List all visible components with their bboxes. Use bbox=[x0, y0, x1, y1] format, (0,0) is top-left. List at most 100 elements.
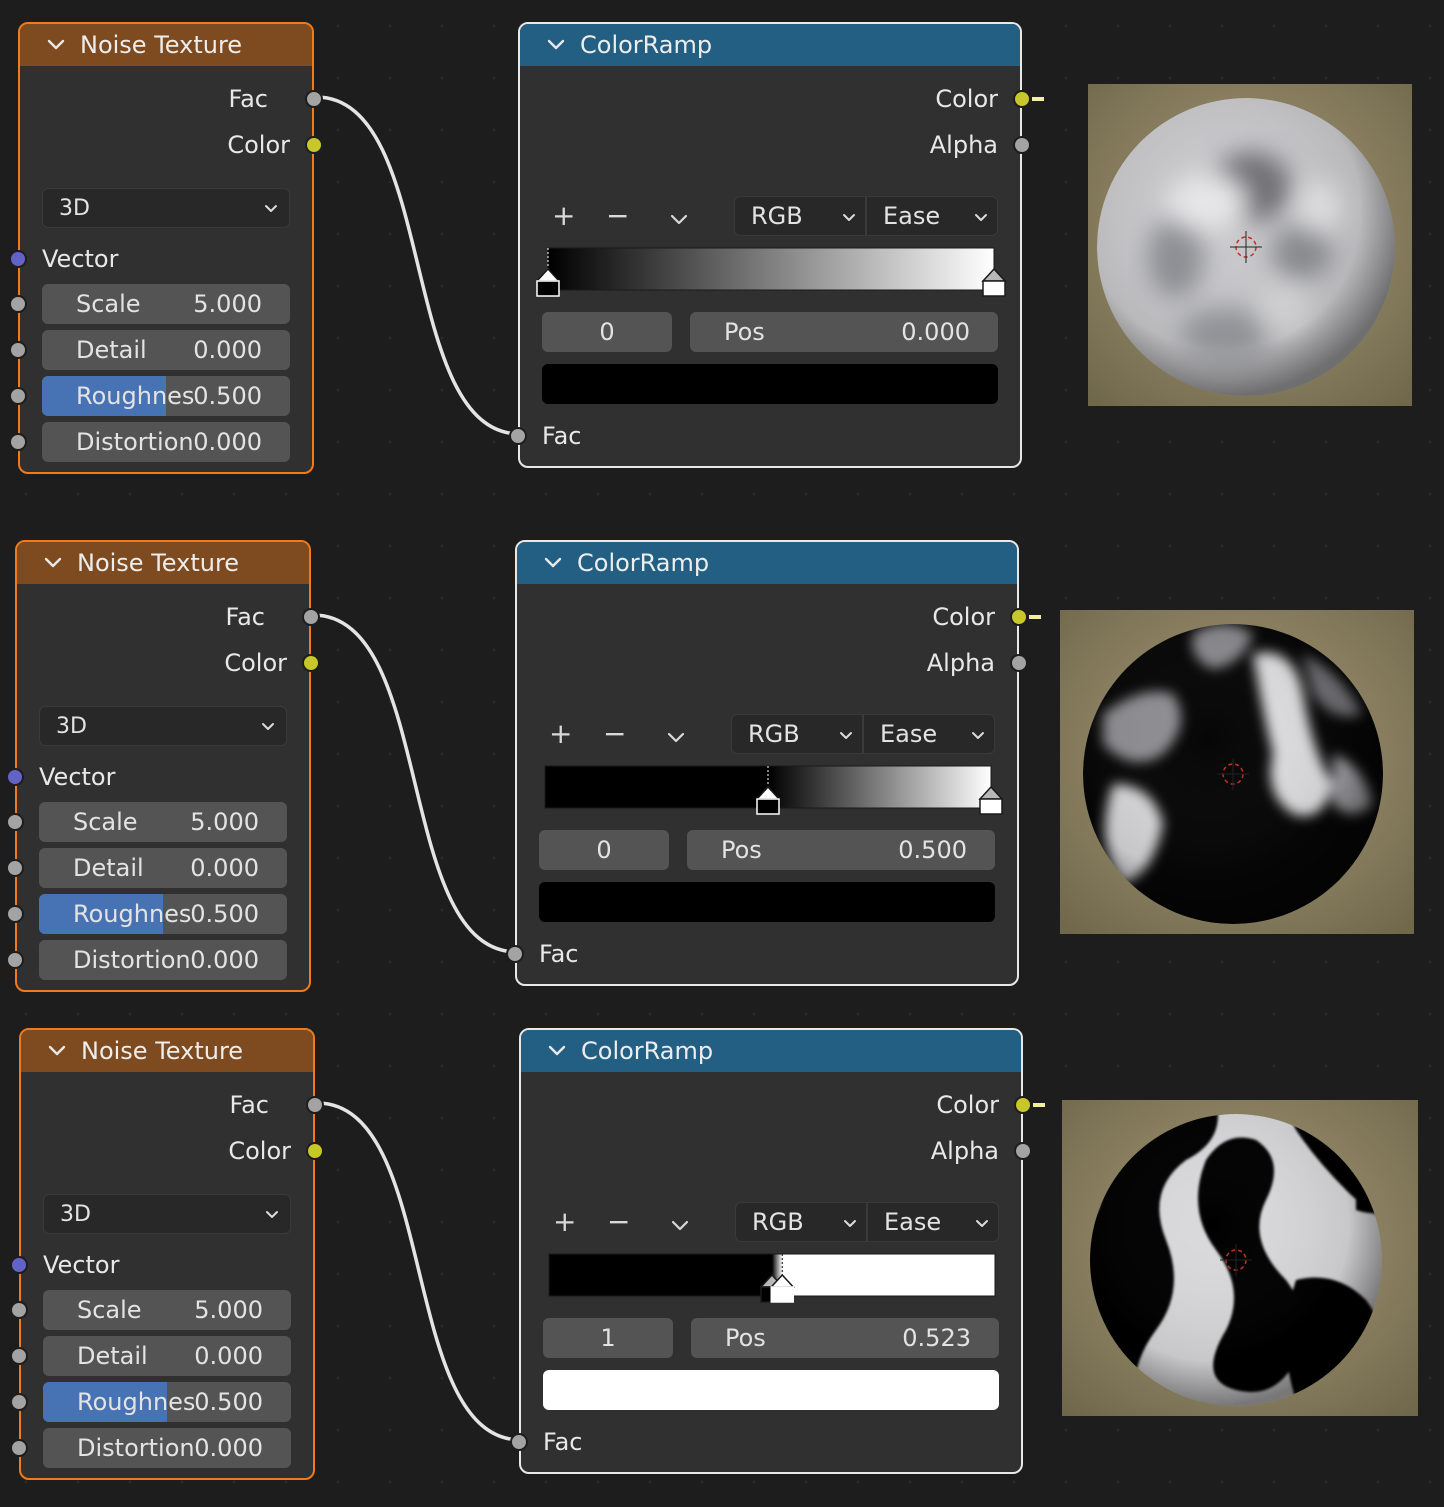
roughnes-field[interactable]: Roughnes 0.500 bbox=[42, 376, 290, 416]
stop-color-swatch[interactable] bbox=[539, 882, 995, 922]
scale-field[interactable]: Scale 5.000 bbox=[42, 284, 290, 324]
node-header[interactable]: Noise Texture bbox=[17, 542, 309, 584]
color-ramp-bar[interactable] bbox=[548, 1253, 996, 1303]
colorramp-node[interactable]: ColorRamp Color Alpha + − RGB Ease bbox=[506, 540, 1041, 986]
input-distortion-socket[interactable] bbox=[6, 951, 24, 969]
output-fac-socket[interactable] bbox=[306, 1096, 324, 1114]
input-scale-socket[interactable] bbox=[9, 295, 27, 313]
detail-field[interactable]: Detail 0.000 bbox=[42, 330, 290, 370]
remove-stop-button[interactable]: − bbox=[606, 202, 629, 230]
stop-color-swatch[interactable] bbox=[543, 1370, 999, 1410]
stop-color-swatch[interactable] bbox=[542, 364, 998, 404]
input-fac-socket[interactable] bbox=[509, 427, 527, 445]
interpolation-dropdown[interactable]: Ease bbox=[866, 196, 998, 236]
node-header[interactable]: ColorRamp bbox=[520, 24, 1020, 66]
output-color-socket[interactable] bbox=[302, 654, 320, 672]
colorramp-node[interactable]: ColorRamp Color Alpha + − RGB Ease bbox=[509, 22, 1044, 468]
node-header[interactable]: ColorRamp bbox=[517, 542, 1017, 584]
input-vector-label: Vector bbox=[43, 1251, 120, 1279]
color-ramp-gradient[interactable] bbox=[548, 1253, 996, 1303]
output-color-socket[interactable] bbox=[1014, 1096, 1032, 1114]
add-stop-button[interactable]: + bbox=[553, 1208, 576, 1236]
interpolation-dropdown[interactable]: Ease bbox=[863, 714, 995, 754]
add-stop-button[interactable]: + bbox=[552, 202, 575, 230]
dimension-dropdown[interactable]: 3D bbox=[43, 1194, 291, 1234]
distortion-field[interactable]: Distortion 0.000 bbox=[43, 1428, 291, 1468]
node-header[interactable]: Noise Texture bbox=[21, 1030, 313, 1072]
active-stop-index-field[interactable]: 0 bbox=[539, 830, 669, 870]
chevron-down-icon[interactable] bbox=[42, 31, 70, 59]
input-roughnes-socket[interactable] bbox=[9, 387, 27, 405]
chevron-down-icon[interactable] bbox=[542, 31, 570, 59]
scale-field[interactable]: Scale 5.000 bbox=[39, 802, 287, 842]
add-stop-button[interactable]: + bbox=[549, 720, 572, 748]
roughnes-field[interactable]: Roughnes 0.500 bbox=[39, 894, 287, 934]
distortion-field[interactable]: Distortion 0.000 bbox=[39, 940, 287, 980]
output-alpha-socket[interactable] bbox=[1014, 1142, 1032, 1160]
color-ramp-gradient[interactable] bbox=[544, 765, 1004, 815]
ramp-specials-menu-icon[interactable] bbox=[668, 208, 690, 230]
input-detail-socket[interactable] bbox=[6, 859, 24, 877]
remove-stop-button[interactable]: − bbox=[603, 720, 626, 748]
color-mode-dropdown[interactable]: RGB bbox=[734, 196, 866, 236]
input-detail-socket[interactable] bbox=[9, 341, 27, 359]
detail-field[interactable]: Detail 0.000 bbox=[39, 848, 287, 888]
chevron-down-icon[interactable] bbox=[39, 549, 67, 577]
active-stop-index-value: 1 bbox=[600, 1324, 616, 1352]
output-alpha-socket[interactable] bbox=[1013, 136, 1031, 154]
colorramp-node[interactable]: ColorRamp Color Alpha + − RGB Ease bbox=[510, 1028, 1045, 1474]
node-header[interactable]: Noise Texture bbox=[20, 24, 312, 66]
input-detail-socket[interactable] bbox=[10, 1347, 28, 1365]
input-distortion-socket[interactable] bbox=[10, 1439, 28, 1457]
chevron-down-icon bbox=[843, 214, 855, 221]
output-color-socket[interactable] bbox=[306, 1142, 324, 1160]
input-vector-socket[interactable] bbox=[6, 768, 24, 786]
chevron-down-icon[interactable] bbox=[543, 1037, 571, 1065]
output-color-socket[interactable] bbox=[1013, 90, 1031, 108]
distortion-field[interactable]: Distortion 0.000 bbox=[42, 422, 290, 462]
dimension-dropdown[interactable]: 3D bbox=[42, 188, 290, 228]
field-label: Roughnes bbox=[73, 900, 192, 928]
noise-texture-node[interactable]: Noise Texture Fac Color 3D Vector Scale 5… bbox=[9, 22, 323, 474]
color-mode-value: RGB bbox=[752, 1208, 804, 1236]
input-distortion-socket[interactable] bbox=[9, 433, 27, 451]
color-ramp-bar[interactable] bbox=[535, 247, 1007, 297]
noise-texture-node[interactable]: Noise Texture Fac Color 3D Vector Scale 5… bbox=[6, 540, 320, 992]
detail-field[interactable]: Detail 0.000 bbox=[43, 1336, 291, 1376]
interpolation-dropdown[interactable]: Ease bbox=[867, 1202, 999, 1242]
input-fac-label: Fac bbox=[543, 1428, 583, 1456]
remove-stop-button[interactable]: − bbox=[607, 1208, 630, 1236]
input-vector-socket[interactable] bbox=[10, 1256, 28, 1274]
output-color-socket[interactable] bbox=[1010, 608, 1028, 626]
output-fac-socket[interactable] bbox=[302, 608, 320, 626]
ramp-specials-menu-icon[interactable] bbox=[665, 726, 687, 748]
ramp-specials-menu-icon[interactable] bbox=[669, 1214, 691, 1236]
chevron-down-icon[interactable] bbox=[539, 549, 567, 577]
stop-position-field[interactable]: Pos 0.500 bbox=[687, 830, 995, 870]
output-alpha-socket[interactable] bbox=[1010, 654, 1028, 672]
input-scale-socket[interactable] bbox=[10, 1301, 28, 1319]
input-vector-socket[interactable] bbox=[9, 250, 27, 268]
roughnes-field[interactable]: Roughnes 0.500 bbox=[43, 1382, 291, 1422]
stop-position-field[interactable]: Pos 0.523 bbox=[691, 1318, 999, 1358]
node-header[interactable]: ColorRamp bbox=[521, 1030, 1021, 1072]
input-fac-socket[interactable] bbox=[510, 1433, 528, 1451]
input-fac-socket[interactable] bbox=[506, 945, 524, 963]
stop-position-field[interactable]: Pos 0.000 bbox=[690, 312, 998, 352]
input-roughnes-socket[interactable] bbox=[10, 1393, 28, 1411]
output-fac-socket[interactable] bbox=[305, 90, 323, 108]
color-ramp-bar[interactable] bbox=[544, 765, 1004, 815]
chevron-down-icon[interactable] bbox=[43, 1037, 71, 1065]
input-roughnes-socket[interactable] bbox=[6, 905, 24, 923]
color-mode-dropdown[interactable]: RGB bbox=[731, 714, 863, 754]
active-stop-index-field[interactable]: 1 bbox=[543, 1318, 673, 1358]
active-stop-index-field[interactable]: 0 bbox=[542, 312, 672, 352]
scale-field[interactable]: Scale 5.000 bbox=[43, 1290, 291, 1330]
color-ramp-gradient[interactable] bbox=[535, 247, 1007, 297]
noise-texture-node[interactable]: Noise Texture Fac Color 3D Vector Scale 5… bbox=[10, 1028, 324, 1480]
color-mode-dropdown[interactable]: RGB bbox=[735, 1202, 867, 1242]
input-scale-socket[interactable] bbox=[6, 813, 24, 831]
output-color-socket[interactable] bbox=[305, 136, 323, 154]
preview-render bbox=[1060, 610, 1414, 934]
dimension-dropdown[interactable]: 3D bbox=[39, 706, 287, 746]
